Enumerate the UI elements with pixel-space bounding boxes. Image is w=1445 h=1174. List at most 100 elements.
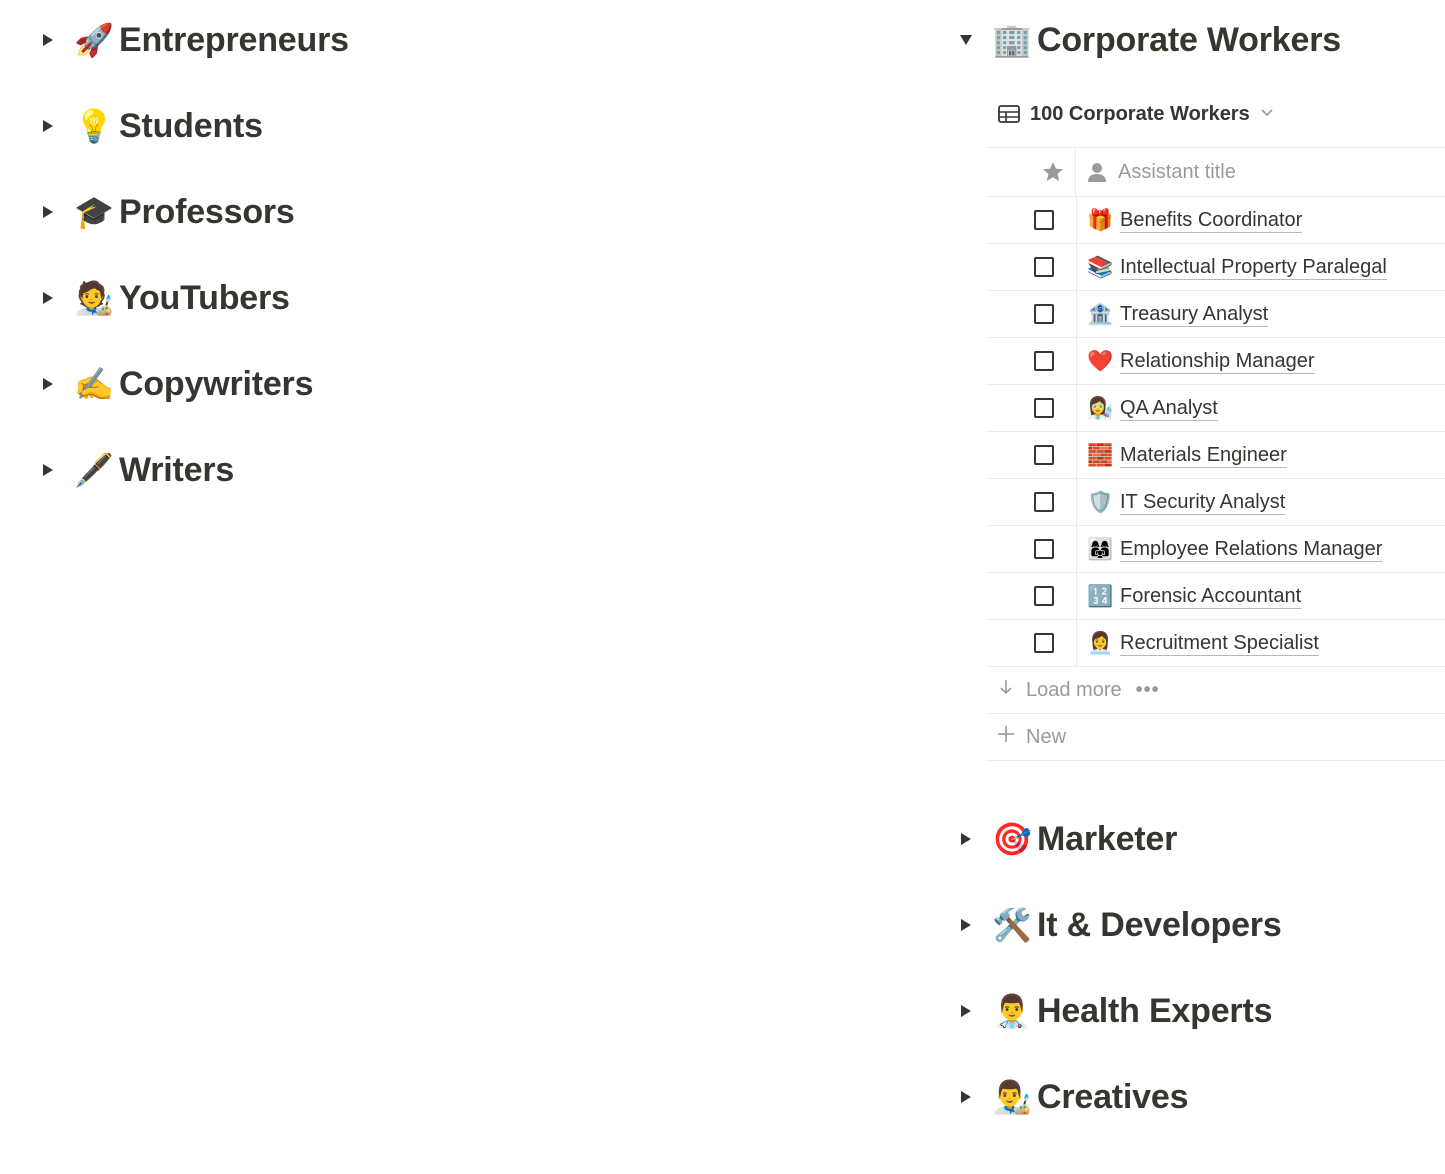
load-more-button[interactable]: Load more ••• [986,667,1445,714]
table-row[interactable]: 🔢 Forensic Accountant [986,573,1445,620]
title-cell[interactable]: 🏦 Treasury Analyst [1077,291,1445,337]
table-row[interactable]: 👩‍💼 Recruitment Specialist [986,620,1445,667]
collapsed-triangle-icon[interactable] [954,1090,978,1104]
table-row[interactable]: 👩‍🔬 QA Analyst [986,385,1445,432]
target-icon: 🎯 [992,820,1032,858]
table-row[interactable]: 👩‍👩‍👧 Employee Relations Manager [986,526,1445,573]
toggle-heading: Writers [119,450,235,489]
expanded-triangle-icon[interactable] [954,34,978,46]
collapsed-triangle-icon[interactable] [954,918,978,932]
bricks-icon: 🧱 [1087,442,1114,467]
table-row[interactable]: 🧱 Materials Engineer [986,432,1445,479]
checkbox-cell[interactable] [986,338,1077,384]
new-label: New [1026,725,1067,748]
chevron-down-icon[interactable] [1260,105,1274,123]
collapsed-triangle-icon[interactable] [36,205,60,219]
checkbox-cell[interactable] [986,573,1077,619]
toggle-copywriters[interactable]: ✍️ Copywriters [36,341,596,427]
star-icon [1043,162,1063,181]
page-link[interactable]: Materials Engineer [1120,443,1287,468]
database-view-selector[interactable]: 100 Corporate Workers [998,91,1445,137]
table-row[interactable]: 🏦 Treasury Analyst [986,291,1445,338]
toggle-marketer[interactable]: 🎯 Marketer [954,796,1445,882]
collapsed-triangle-icon[interactable] [36,377,60,391]
checkbox[interactable] [1034,445,1054,465]
checkbox[interactable] [1034,633,1054,653]
artist-icon: 🧑‍🎨 [74,279,114,317]
graduation-cap-icon: 🎓 [74,193,114,231]
title-cell[interactable]: 🛡️ IT Security Analyst [1077,479,1445,525]
toggle-corporate-workers[interactable]: 🏢 Corporate Workers [954,0,1445,83]
checkbox-cell[interactable] [986,244,1077,290]
title-cell[interactable]: 🎁 Benefits Coordinator [1077,197,1445,243]
page-link[interactable]: Employee Relations Manager [1120,537,1383,562]
toggle-heading: Students [119,106,263,145]
checkbox-column-header[interactable] [986,148,1076,196]
page-link[interactable]: Forensic Accountant [1120,584,1302,609]
checkbox[interactable] [1034,398,1054,418]
family-icon: 👩‍👩‍👧 [1087,536,1114,561]
toggle-creatives[interactable]: 👨‍🎨 Creatives [954,1054,1445,1140]
checkbox-cell[interactable] [986,479,1077,525]
toggle-heading: Health Experts [1037,991,1273,1030]
checkbox-cell[interactable] [986,291,1077,337]
table-header-row: Assistant title [986,148,1445,197]
toggle-heading: It & Developers [1037,905,1282,944]
title-cell[interactable]: 🧱 Materials Engineer [1077,432,1445,478]
title-column-header[interactable]: Assistant title [1076,148,1445,196]
page-link[interactable]: QA Analyst [1120,396,1218,421]
collapsed-triangle-icon[interactable] [36,119,60,133]
checkbox[interactable] [1034,351,1054,371]
checkbox[interactable] [1034,586,1054,606]
page-link[interactable]: IT Security Analyst [1120,490,1286,515]
title-cell[interactable]: ❤️ Relationship Manager [1077,338,1445,384]
table-row[interactable]: 🛡️ IT Security Analyst [986,479,1445,526]
rocket-icon: 🚀 [74,21,114,59]
toggle-health-experts[interactable]: 👨‍⚕️ Health Experts [954,968,1445,1054]
title-cell[interactable]: 👩‍💼 Recruitment Specialist [1077,620,1445,666]
page-link[interactable]: Intellectual Property Paralegal [1120,255,1387,280]
toggle-heading: Corporate Workers [1037,20,1341,59]
checkbox[interactable] [1034,304,1054,324]
scientist-icon: 👩‍🔬 [1087,395,1114,420]
collapsed-triangle-icon[interactable] [36,33,60,47]
checkbox[interactable] [1034,210,1054,230]
toggle-entrepreneurs[interactable]: 🚀 Entrepreneurs [36,0,596,83]
table-row[interactable]: 🎁 Benefits Coordinator [986,197,1445,244]
right-toggle-list: 🎯 Marketer 🛠️ It & Developers 👨‍⚕️ Healt… [954,796,1445,1140]
checkbox[interactable] [1034,492,1054,512]
collapsed-triangle-icon[interactable] [954,832,978,846]
checkbox-cell[interactable] [986,385,1077,431]
new-row-button[interactable]: New [986,714,1445,761]
title-cell[interactable]: 👩‍👩‍👧 Employee Relations Manager [1077,526,1445,572]
collapsed-triangle-icon[interactable] [36,463,60,477]
checkbox[interactable] [1034,539,1054,559]
title-cell[interactable]: 📚 Intellectual Property Paralegal [1077,244,1445,290]
toggle-writers[interactable]: 🖋️ Writers [36,427,596,513]
page-link[interactable]: Relationship Manager [1120,349,1315,374]
checkbox-cell[interactable] [986,620,1077,666]
title-cell[interactable]: 🔢 Forensic Accountant [1077,573,1445,619]
page-link[interactable]: Benefits Coordinator [1120,208,1303,233]
toggle-it-developers[interactable]: 🛠️ It & Developers [954,882,1445,968]
toggle-professors[interactable]: 🎓 Professors [36,169,596,255]
page-link[interactable]: Recruitment Specialist [1120,631,1319,656]
collapsed-triangle-icon[interactable] [954,1004,978,1018]
collapsed-triangle-icon[interactable] [36,291,60,305]
toggle-heading: YouTubers [119,278,290,317]
table-row[interactable]: 📚 Intellectual Property Paralegal [986,244,1445,291]
gift-icon: 🎁 [1087,207,1114,232]
checkbox-cell[interactable] [986,526,1077,572]
checkbox[interactable] [1034,257,1054,277]
more-options-icon[interactable]: ••• [1136,679,1160,702]
toggle-students[interactable]: 💡 Students [36,83,596,169]
table-row[interactable]: ❤️ Relationship Manager [986,338,1445,385]
checkbox-cell[interactable] [986,432,1077,478]
title-cell[interactable]: 👩‍🔬 QA Analyst [1077,385,1445,431]
page-link[interactable]: Treasury Analyst [1120,302,1269,327]
red-heart-icon: ❤️ [1087,348,1114,373]
toggle-youtubers[interactable]: 🧑‍🎨 YouTubers [36,255,596,341]
checkbox-cell[interactable] [986,197,1077,243]
shield-icon: 🛡️ [1087,489,1114,514]
writing-hand-icon: ✍️ [74,365,114,403]
